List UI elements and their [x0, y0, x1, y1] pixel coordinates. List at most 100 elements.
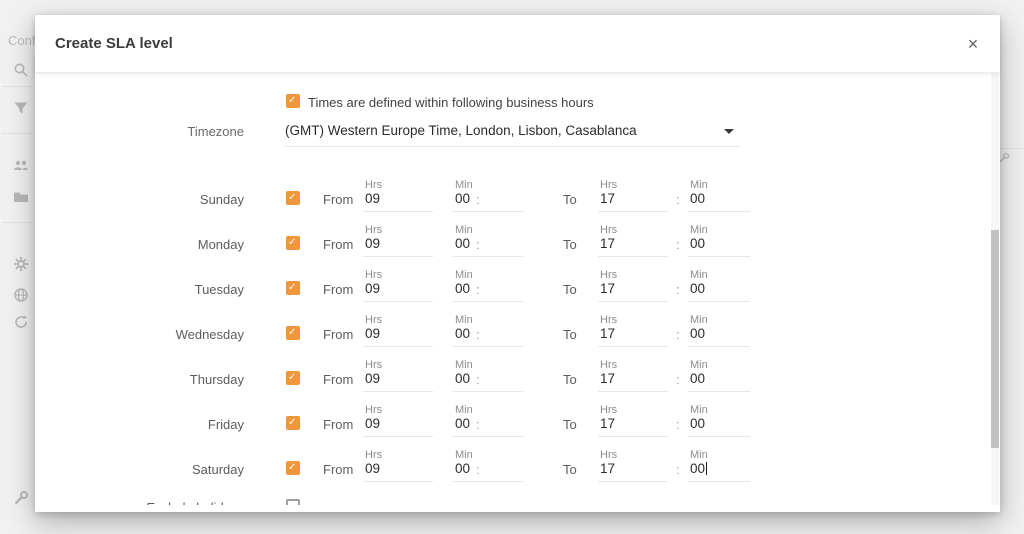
dialog-body: Times are defined within following busin… [35, 73, 1000, 512]
to-hours-value: 17 [600, 236, 615, 251]
from-hours-field[interactable]: Hrs 09 [363, 403, 433, 443]
from-label: From [323, 417, 353, 432]
to-minutes-field[interactable]: Min 00 [688, 448, 750, 488]
close-icon[interactable]: × [960, 31, 986, 57]
to-minutes-value: 00 [690, 416, 705, 431]
field-underline [688, 256, 750, 257]
from-hours-value: 09 [365, 326, 380, 341]
from-minutes-field[interactable]: Min 00 [453, 313, 523, 353]
day-schedule-row: Thursday From Hrs 09 : Min 00 To Hrs 17 … [35, 358, 1000, 403]
from-label: From [323, 327, 353, 342]
field-underline [598, 436, 668, 437]
field-underline [688, 301, 750, 302]
from-minutes-field[interactable]: Min 00 [453, 223, 523, 263]
scrollbar-track[interactable] [991, 73, 999, 512]
day-enabled-checkbox[interactable] [286, 191, 300, 205]
day-enabled-checkbox[interactable] [286, 416, 300, 430]
day-label: Friday [95, 417, 244, 432]
to-minutes-field[interactable]: Min 00 [688, 403, 750, 443]
from-hours-field[interactable]: Hrs 09 [363, 358, 433, 398]
day-label: Wednesday [95, 327, 244, 342]
folder-icon [13, 189, 29, 205]
day-label: Thursday [95, 372, 244, 387]
to-label: To [563, 237, 577, 252]
to-label: To [563, 462, 577, 477]
from-hours-field[interactable]: Hrs 09 [363, 268, 433, 308]
to-minutes-field[interactable]: Min 00 [688, 223, 750, 263]
to-minutes-field[interactable]: Min 00 [688, 268, 750, 308]
from-hours-field[interactable]: Hrs 09 [363, 223, 433, 263]
from-minutes-field[interactable]: Min 00 [453, 358, 523, 398]
to-hours-field[interactable]: Hrs 17 [598, 358, 668, 398]
hrs-label: Hrs [600, 404, 617, 416]
to-hours-field[interactable]: Hrs 17 [598, 448, 668, 488]
from-label: From [323, 192, 353, 207]
timezone-label: Timezone [95, 124, 244, 139]
to-label: To [563, 372, 577, 387]
to-minutes-value: 00 [690, 236, 705, 251]
field-underline [363, 211, 433, 212]
from-minutes-value: 00 [455, 191, 470, 206]
to-hours-field[interactable]: Hrs 17 [598, 313, 668, 353]
min-label: Min [690, 404, 708, 416]
hrs-label: Hrs [365, 449, 382, 461]
hrs-label: Hrs [600, 314, 617, 326]
from-minutes-value: 00 [455, 281, 470, 296]
day-enabled-checkbox[interactable] [286, 236, 300, 250]
business-hours-checkbox[interactable] [286, 94, 300, 108]
min-label: Min [690, 314, 708, 326]
to-hours-value: 17 [600, 281, 615, 296]
from-hours-value: 09 [365, 416, 380, 431]
dialog-header: Create SLA level × [35, 15, 1000, 73]
from-hours-value: 09 [365, 281, 380, 296]
hrs-label: Hrs [600, 359, 617, 371]
day-schedule-row: Saturday From Hrs 09 : Min 00 To Hrs 17 … [35, 448, 1000, 493]
to-hours-field[interactable]: Hrs 17 [598, 178, 668, 218]
from-hours-field[interactable]: Hrs 09 [363, 313, 433, 353]
hrs-label: Hrs [600, 224, 617, 236]
min-label: Min [455, 269, 473, 281]
min-label: Min [455, 404, 473, 416]
gear-icon [13, 256, 29, 272]
business-hours-label: Times are defined within following busin… [308, 95, 594, 110]
hrs-label: Hrs [365, 224, 382, 236]
to-hours-value: 17 [600, 326, 615, 341]
from-minutes-field[interactable]: Min 00 [453, 403, 523, 443]
from-hours-field[interactable]: Hrs 09 [363, 178, 433, 218]
from-minutes-value: 00 [455, 371, 470, 386]
hrs-label: Hrs [365, 179, 382, 191]
field-underline [598, 391, 668, 392]
timezone-select[interactable]: (GMT) Western Europe Time, London, Lisbo… [285, 117, 740, 147]
to-minutes-field[interactable]: Min 00 [688, 358, 750, 398]
time-separator: : [676, 237, 680, 252]
from-minutes-value: 00 [455, 236, 470, 251]
to-hours-field[interactable]: Hrs 17 [598, 268, 668, 308]
from-hours-value: 09 [365, 371, 380, 386]
day-enabled-checkbox[interactable] [286, 281, 300, 295]
day-label: Sunday [95, 192, 244, 207]
to-minutes-value: 00 [690, 191, 705, 206]
from-minutes-field[interactable]: Min 00 [453, 268, 523, 308]
field-underline [453, 211, 523, 212]
day-enabled-checkbox[interactable] [286, 371, 300, 385]
day-enabled-checkbox[interactable] [286, 326, 300, 340]
from-hours-field[interactable]: Hrs 09 [363, 448, 433, 488]
field-underline [598, 211, 668, 212]
field-underline [598, 301, 668, 302]
scrollbar-thumb[interactable] [991, 230, 999, 448]
timezone-underline [285, 146, 740, 147]
from-label: From [323, 462, 353, 477]
to-minutes-field[interactable]: Min 00 [688, 178, 750, 218]
sidebar-divider [2, 222, 32, 223]
to-hours-field[interactable]: Hrs 17 [598, 403, 668, 443]
from-minutes-field[interactable]: Min 00 [453, 448, 523, 488]
users-icon [13, 157, 29, 173]
day-enabled-checkbox[interactable] [286, 461, 300, 475]
from-hours-value: 09 [365, 461, 380, 476]
field-underline [363, 256, 433, 257]
to-hours-field[interactable]: Hrs 17 [598, 223, 668, 263]
to-minutes-field[interactable]: Min 00 [688, 313, 750, 353]
to-label: To [563, 282, 577, 297]
field-underline [363, 301, 433, 302]
from-minutes-field[interactable]: Min 00 [453, 178, 523, 218]
